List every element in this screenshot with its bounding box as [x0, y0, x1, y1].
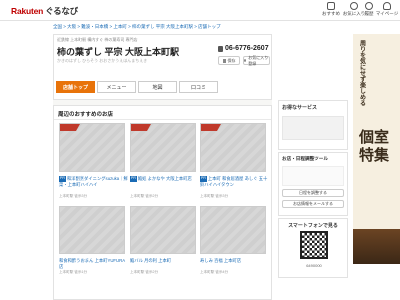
smartphone-box: スマートフォンで見る 6490000 [278, 218, 348, 278]
service-title: お得なサービス [282, 105, 318, 111]
nearby-item-6-meta: 上本町駅 徒歩4分 [200, 270, 229, 274]
calendar-preview [282, 166, 344, 186]
nearby-item-2-title: 鮨処 よかなや 大阪上本町店 [137, 176, 192, 181]
nearby-photo-5[interactable] [130, 206, 196, 254]
ad-headline: 個室特集 [359, 129, 390, 164]
pr-badge: PR [130, 176, 137, 182]
user-icon [383, 2, 391, 10]
mail-button[interactable]: お店情報をメールする [282, 200, 344, 208]
phone-icon [218, 46, 223, 52]
nearby-item-2[interactable]: PR 鮨処 よかなや 大阪上本町店 [130, 176, 200, 182]
nearby-photo-1[interactable] [59, 123, 125, 172]
nearby-item-1-meta: 上本町駅 徒歩3分 [59, 194, 88, 198]
nav-mypage[interactable]: マイページ [374, 2, 400, 17]
shop-tabs: 店舗トップ メニュー 地図 口コミ [53, 81, 272, 93]
clock-icon [365, 2, 373, 10]
nearby-item-6[interactable]: 寿しみ 百福 上本町店 [200, 258, 270, 264]
shop-phone[interactable]: 06-6776-2607 [225, 45, 269, 52]
logo-rakuten: Rakuten [11, 5, 44, 16]
site-logo[interactable]: Rakuten ぐるなび [11, 5, 78, 16]
qr-caption: 6490000 [306, 263, 322, 268]
nearby-photo-3[interactable] [200, 123, 266, 172]
nearby-item-3-title: 上本町 和食居酒屋 あしぐ 五十鈴ハイハイタウン [200, 176, 268, 187]
nearby-item-1-title: 和洋割烹ダイニングsuzuka｜鮮菜・上本町ハイハイ [59, 176, 128, 187]
tab-menu[interactable]: メニュー [97, 81, 136, 93]
nearby-item-4-meta: 上本町駅 徒歩1分 [59, 270, 88, 274]
ad-tagline: 周りを気にせず楽しめる [358, 40, 365, 106]
shop-reading: かきのはずし ひらそう おおさかうえほんまちえき [57, 58, 148, 63]
tab-top[interactable]: 店舗トップ [56, 81, 95, 93]
nearby-item-3[interactable]: PR 上本町 和食居酒屋 あしぐ 五十鈴ハイハイタウン [200, 176, 270, 187]
schedule-button[interactable]: 日程を調整する [282, 189, 344, 197]
logo-gurunavi: ぐるなび [45, 5, 78, 16]
bookmark-icon [222, 58, 226, 63]
service-box: お得なサービス [278, 100, 348, 150]
schedule-tool-box: お店・日程調整ツール 日程を調整する お店情報をメールする [278, 152, 348, 216]
sidebar: お得なサービス お店・日程調整ツール 日程を調整する お店情報をメールする スマ… [278, 100, 348, 300]
nearby-item-3-meta: 上本町駅 徒歩3分 [200, 194, 229, 198]
save-button[interactable]: 保存 [218, 56, 240, 65]
nearby-item-5[interactable]: 鮨バル 月の利 上本町 [130, 258, 200, 264]
nearby-item-1[interactable]: PR 和洋割烹ダイニングsuzuka｜鮮菜・上本町ハイハイ [59, 176, 129, 187]
nearby-photo-2[interactable] [130, 123, 196, 172]
nearby-photo-4[interactable] [59, 206, 125, 254]
nearby-item-4[interactable]: 和食和酢うおまん 上本町YUFURA店 [59, 258, 129, 269]
save-label: 保存 [227, 57, 236, 63]
ad-banner[interactable]: 周りを気にせず楽しめる 個室特集 [353, 34, 400, 264]
ad-food-photo [353, 229, 400, 264]
nav-recommend-label: おすすめ [322, 11, 340, 16]
breadcrumb[interactable]: 全国 > 大阪 > 難波・日本橋 > 上本町 > 柿の葉ずし 平宗 大阪上本町駅… [53, 24, 221, 30]
top-bar: Rakuten ぐるなび おすすめ お気に入り 履歴 マイページ [0, 0, 400, 21]
nav-history-label: 履歴 [364, 11, 374, 16]
favorite-label: お気に入り登録 [248, 54, 269, 66]
nearby-title: 周辺のおすすめのお店 [58, 112, 114, 118]
divider [54, 119, 271, 120]
nearby-panel: 周辺のおすすめのお店 PR 和洋割烹ダイニングsuzuka｜鮮菜・上本町ハイハイ … [53, 105, 272, 300]
favorite-button[interactable]: お気に入り登録 [243, 54, 270, 66]
tab-map[interactable]: 地図 [138, 81, 177, 93]
nearby-item-5-meta: 上本町駅 徒歩2分 [130, 270, 159, 274]
tool-title: お店・日程調整ツール [282, 156, 328, 161]
qr-code [300, 231, 328, 259]
tab-reviews[interactable]: 口コミ [179, 81, 218, 93]
shop-name: 柿の葉ずし 平宗 大阪上本町駅 [57, 47, 180, 57]
nav-mypage-label: マイページ [375, 11, 399, 16]
nearby-item-2-meta: 上本町駅 徒歩2分 [130, 194, 159, 198]
service-banner[interactable] [282, 116, 344, 140]
nearby-photo-6[interactable] [200, 206, 266, 254]
star-icon [327, 2, 335, 10]
shop-tagline: 近鉄線 上本町駅 構内すぐ 柿の葉寿司 専門店 [57, 37, 138, 42]
heart-icon [244, 59, 247, 62]
